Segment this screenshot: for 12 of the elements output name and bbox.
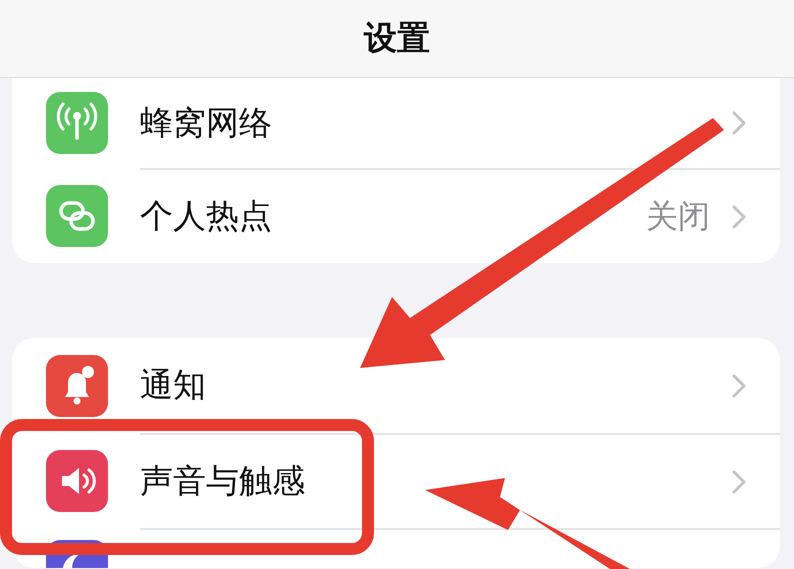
row-label: 蜂窝网络 [140, 102, 272, 144]
chevron-icon [732, 111, 746, 135]
page-title: 设置 [364, 17, 430, 59]
row-label: 通知 [140, 364, 206, 406]
settings-row[interactable]: 蜂窝网络 [140, 78, 780, 168]
chevron-icon [732, 204, 746, 228]
settings-row[interactable]: 通知 [140, 338, 780, 433]
row-label: 个人热点 [140, 195, 272, 237]
chevron-icon [732, 374, 746, 398]
row-value: 关闭 [646, 196, 710, 236]
row-label: 声音与触感 [140, 460, 305, 502]
chevron-icon [732, 470, 746, 494]
